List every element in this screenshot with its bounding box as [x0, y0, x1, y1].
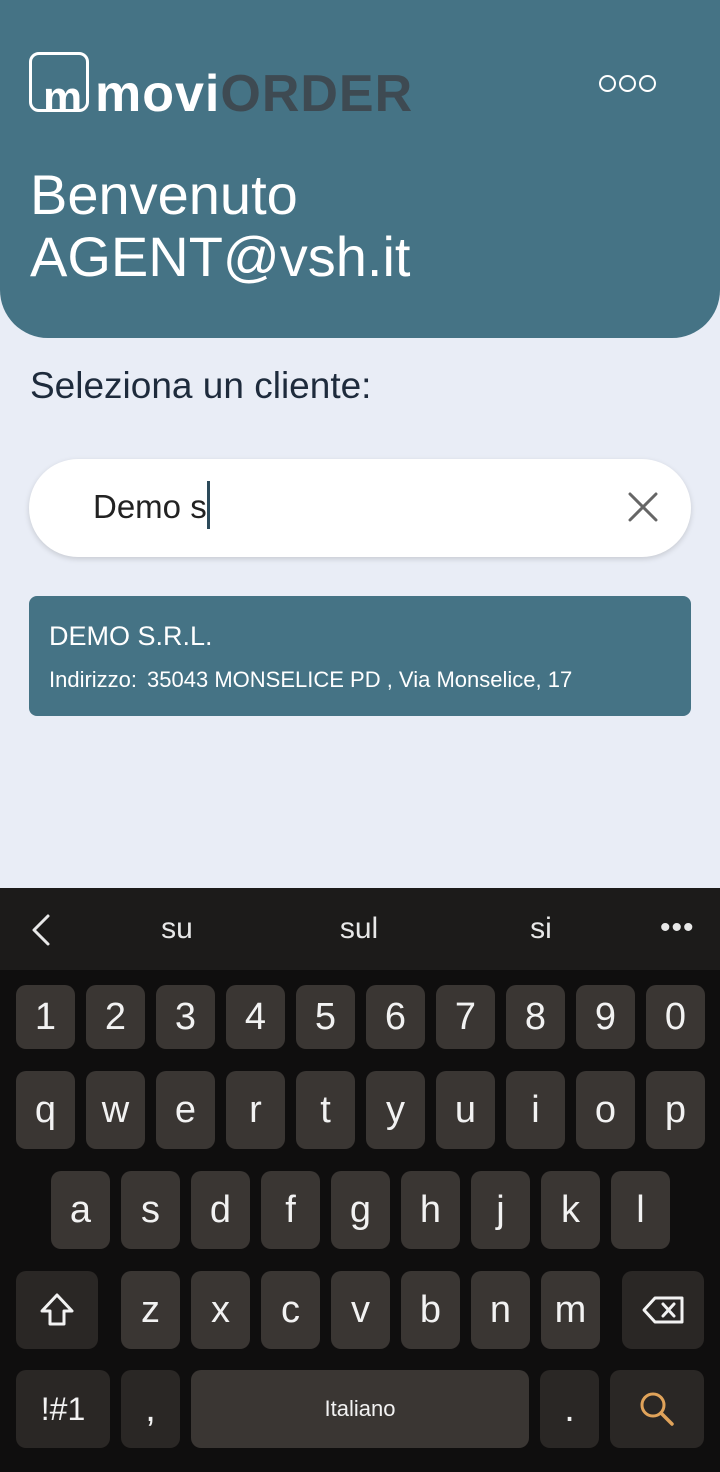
key-g[interactable]: g [331, 1171, 390, 1249]
key-8[interactable]: 8 [506, 985, 565, 1049]
suggestion-1[interactable]: su [117, 910, 237, 948]
logo-text: moviORDER [95, 66, 413, 122]
key-5[interactable]: 5 [296, 985, 355, 1049]
backspace-icon [642, 1296, 684, 1324]
key-i[interactable]: i [506, 1071, 565, 1149]
key-d[interactable]: d [191, 1171, 250, 1249]
logo-m: m [43, 73, 82, 122]
key-p[interactable]: p [646, 1071, 705, 1149]
search-icon [640, 1392, 674, 1426]
key-s[interactable]: s [121, 1171, 180, 1249]
suggestion-3[interactable]: si [481, 910, 601, 948]
key-e[interactable]: e [156, 1071, 215, 1149]
text-cursor [207, 481, 210, 529]
key-h[interactable]: h [401, 1171, 460, 1249]
key-t[interactable]: t [296, 1071, 355, 1149]
symbols-key[interactable]: !#1 [16, 1370, 110, 1448]
key-l[interactable]: l [611, 1171, 670, 1249]
more-options-icon[interactable] [597, 72, 656, 94]
key-j[interactable]: j [471, 1171, 530, 1249]
address-label: Indirizzo: [49, 667, 138, 692]
backspace-key[interactable] [622, 1271, 704, 1349]
client-result-item[interactable]: DEMO S.R.L. Indirizzo: 35043 MONSELICE PD… [29, 596, 691, 716]
key-b[interactable]: b [401, 1271, 460, 1349]
shift-key[interactable] [16, 1271, 98, 1349]
welcome-line-1: Benvenuto [30, 163, 298, 226]
suggestion-2[interactable]: sul [299, 910, 419, 948]
key-w[interactable]: w [86, 1071, 145, 1149]
key-x[interactable]: x [191, 1271, 250, 1349]
more-suggestions-icon[interactable]: ••• [660, 913, 695, 943]
key-2[interactable]: 2 [86, 985, 145, 1049]
select-client-label: Seleziona un cliente: [30, 365, 372, 406]
client-address: Indirizzo: 35043 MONSELICE PD , Via Monse… [49, 666, 572, 694]
shift-icon [40, 1293, 74, 1326]
logo-prefix: movi [95, 65, 221, 123]
key-3[interactable]: 3 [156, 985, 215, 1049]
client-search-input[interactable]: Demo s [29, 459, 691, 557]
key-k[interactable]: k [541, 1171, 600, 1249]
virtual-keyboard: su sul si ••• 1 2 3 4 5 6 7 8 9 0 q w e … [0, 888, 720, 1472]
comma-key[interactable]: , [121, 1370, 180, 1448]
search-key[interactable] [610, 1370, 704, 1448]
chevron-left-icon[interactable] [28, 912, 56, 948]
key-z[interactable]: z [121, 1271, 180, 1349]
key-v[interactable]: v [331, 1271, 390, 1349]
key-n[interactable]: n [471, 1271, 530, 1349]
suggestion-bar: su sul si ••• [0, 888, 720, 970]
key-u[interactable]: u [436, 1071, 495, 1149]
key-0[interactable]: 0 [646, 985, 705, 1049]
search-input-value[interactable]: Demo s [93, 487, 207, 527]
key-4[interactable]: 4 [226, 985, 285, 1049]
address-value: 35043 MONSELICE PD , Via Monselice, 17 [147, 667, 573, 692]
key-y[interactable]: y [366, 1071, 425, 1149]
welcome-user-email: AGENT@vsh.it [30, 225, 411, 288]
period-key[interactable]: . [540, 1370, 599, 1448]
key-9[interactable]: 9 [576, 985, 635, 1049]
key-7[interactable]: 7 [436, 985, 495, 1049]
key-6[interactable]: 6 [366, 985, 425, 1049]
key-r[interactable]: r [226, 1071, 285, 1149]
logo-suffix: ORDER [220, 65, 414, 123]
welcome-message: Benvenuto AGENT@vsh.it [30, 164, 410, 288]
client-name: DEMO S.R.L. [49, 621, 213, 651]
key-f[interactable]: f [261, 1171, 320, 1249]
app-header: m moviORDER Benvenuto AGENT@vsh.it [0, 0, 720, 338]
space-key[interactable]: Italiano [191, 1370, 529, 1448]
key-o[interactable]: o [576, 1071, 635, 1149]
key-a[interactable]: a [51, 1171, 110, 1249]
key-c[interactable]: c [261, 1271, 320, 1349]
key-m[interactable]: m [541, 1271, 600, 1349]
key-1[interactable]: 1 [16, 985, 75, 1049]
key-q[interactable]: q [16, 1071, 75, 1149]
close-icon[interactable] [625, 489, 661, 525]
